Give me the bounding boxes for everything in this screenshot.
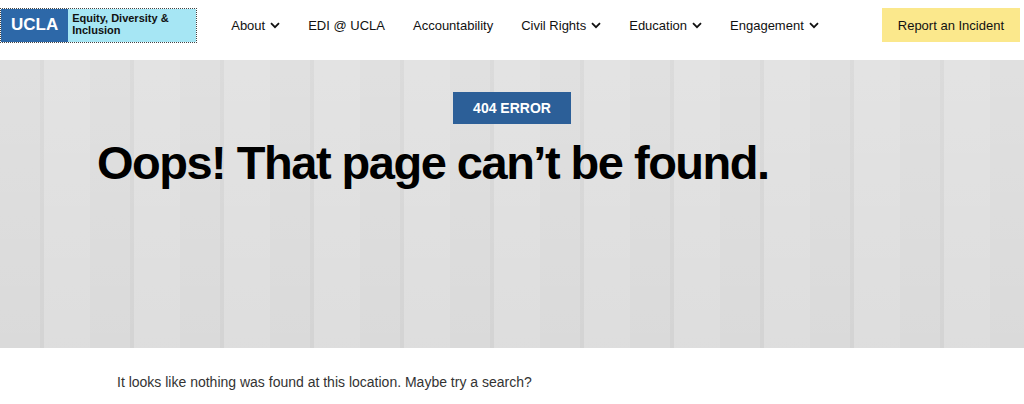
logo-name: Equity, Diversity & Inclusion bbox=[68, 9, 196, 42]
hero: 404 ERROR Oops! That page can’t be found. bbox=[0, 60, 1024, 348]
nav-label: Accountability bbox=[413, 18, 493, 33]
nav-label: Civil Rights bbox=[521, 18, 586, 33]
site-header: UCLAEquity, Diversity & Inclusion About ED… bbox=[0, 0, 1024, 60]
error-badge: 404 ERROR bbox=[453, 92, 571, 124]
nav-label: EDI @ UCLA bbox=[308, 18, 385, 33]
nav-item[interactable]: Engagement bbox=[730, 18, 819, 33]
logo[interactable]: UCLAEquity, Diversity & Inclusion bbox=[0, 8, 197, 43]
chevron-down-icon bbox=[270, 22, 280, 29]
page-title: Oops! That page can’t be found. bbox=[97, 136, 1004, 190]
badge-row: 404 ERROR bbox=[20, 92, 1004, 124]
nav-label: About bbox=[231, 18, 265, 33]
chevron-down-icon bbox=[809, 22, 819, 29]
hero-content: 404 ERROR Oops! That page can’t be found. bbox=[0, 60, 1024, 190]
page: UCLAEquity, Diversity & Inclusion About ED… bbox=[0, 0, 1024, 404]
nav-label: Engagement bbox=[730, 18, 804, 33]
logo-mark: UCLA bbox=[1, 9, 68, 42]
nav-item[interactable]: EDI @ UCLA bbox=[308, 18, 385, 33]
nav-item[interactable]: Civil Rights bbox=[521, 18, 601, 33]
nav-item[interactable]: About bbox=[231, 18, 280, 33]
nav-label: Education bbox=[629, 18, 687, 33]
nav-item[interactable]: Accountability bbox=[413, 18, 493, 33]
main-nav: About EDI @ UCLA Accountability Civil Right… bbox=[231, 18, 882, 33]
not-found-message: It looks like nothing was found at this … bbox=[117, 374, 1024, 390]
report-incident-button[interactable]: Report an Incident bbox=[882, 8, 1020, 42]
nav-item[interactable]: Education bbox=[629, 18, 702, 33]
chevron-down-icon bbox=[692, 22, 702, 29]
chevron-down-icon bbox=[591, 22, 601, 29]
